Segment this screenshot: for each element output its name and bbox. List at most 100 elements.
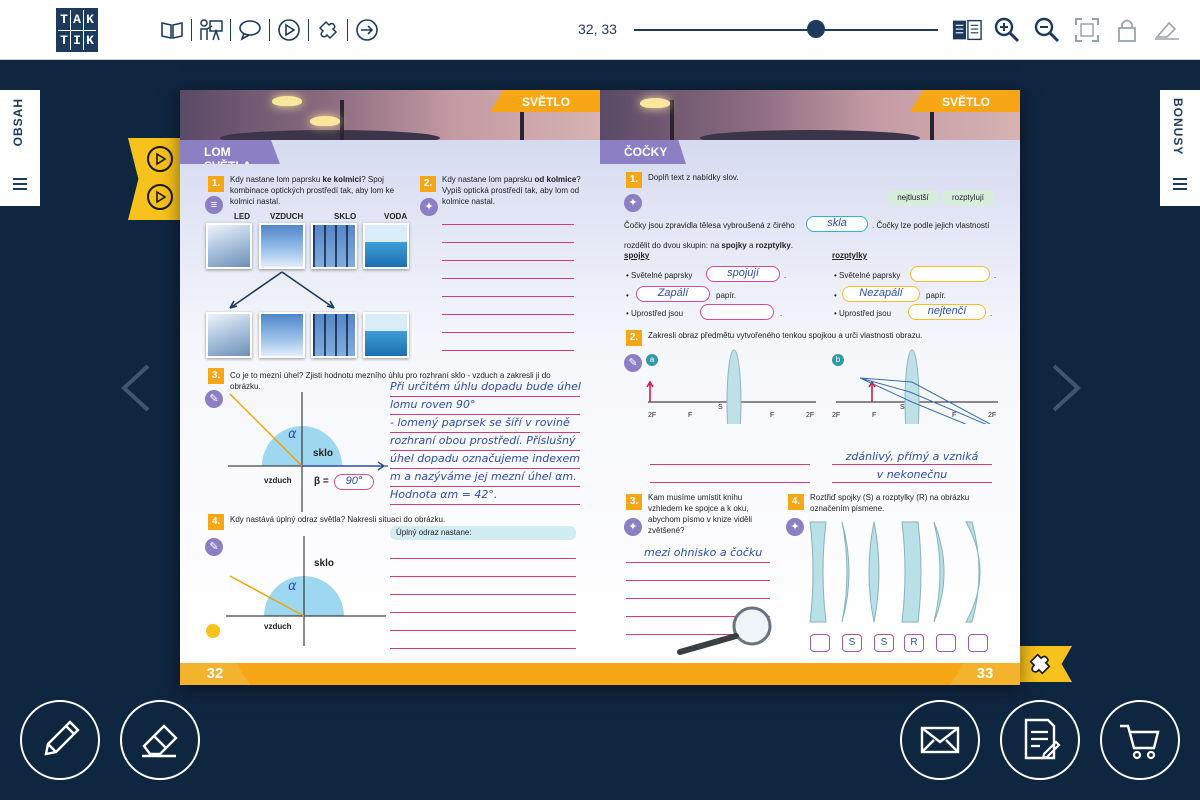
diagram-label: vzduch: [264, 476, 292, 485]
bonus-tab[interactable]: BONUSY: [1160, 90, 1200, 206]
puzzle-icon[interactable]: [314, 16, 342, 44]
page-32: SVĚTLO LOM SVĚTLA 1. Kdy nastane lom pap…: [180, 90, 600, 685]
water-photo[interactable]: [363, 223, 409, 269]
fill-text: Čočky jsou zpravidla tělesa vybroušená z…: [624, 221, 795, 230]
question-text: Roztřiď spojky (S) a rozptylky (R) na ob…: [810, 493, 970, 513]
zoom-out-icon[interactable]: [1032, 14, 1062, 46]
word-chip[interactable]: nejtlustší: [888, 190, 938, 206]
question-number: 1.: [626, 172, 642, 188]
top-toolbar: T A K T I K 32, 33: [0, 0, 1200, 60]
pencil-button[interactable]: [20, 700, 100, 780]
ice-photo[interactable]: [206, 223, 252, 269]
page-number: 32: [180, 663, 250, 685]
subject-label: SVĚTLO: [910, 90, 1020, 112]
glass-photo[interactable]: [311, 223, 357, 269]
presentation-icon[interactable]: [197, 16, 225, 44]
zoom-in-icon[interactable]: [992, 14, 1022, 46]
logo-letter: K: [84, 10, 96, 30]
fill-text: . Čočky lze podle jejich vlastností: [872, 221, 990, 230]
beta-answer[interactable]: 90°: [334, 474, 374, 490]
toolbar-divider: [308, 19, 309, 41]
eraser-button[interactable]: [120, 700, 200, 780]
next-page-button[interactable]: [1048, 362, 1084, 414]
question-text: Kdy nastane lom paprsku ke kolmici? Spoj…: [230, 175, 395, 206]
air-photo[interactable]: [259, 223, 305, 269]
lens-answer[interactable]: R: [904, 634, 924, 652]
rozptylky-title: rozptylky: [832, 251, 868, 260]
clear-icon[interactable]: [1152, 14, 1182, 46]
answer-field[interactable]: Zapálí: [636, 286, 710, 302]
lens-answer[interactable]: S: [842, 634, 862, 652]
question-text: Doplň text z nabídky slov.: [648, 173, 739, 182]
play-video-button[interactable]: [147, 184, 173, 210]
play-icon[interactable]: [275, 16, 303, 44]
lightbulb-icon: ✦: [624, 518, 642, 536]
notes-button[interactable]: [1000, 700, 1080, 780]
answer-field[interactable]: spojují: [706, 266, 780, 282]
logo-letter: I: [71, 30, 83, 50]
lightbulb-icon: ✦: [624, 194, 642, 212]
answer-field[interactable]: [910, 266, 990, 282]
spojky-title: spojky: [624, 251, 650, 260]
puzzle-icon: [1029, 653, 1051, 675]
axis-label: S: [718, 404, 723, 411]
answer-skla[interactable]: skla: [806, 216, 868, 232]
glass-photo[interactable]: [311, 312, 357, 358]
logo-letter: T: [58, 30, 70, 50]
lens-answer[interactable]: [810, 634, 830, 652]
puzzle-ribbon[interactable]: [1020, 646, 1072, 682]
question-number: 2.: [420, 176, 436, 192]
page-slider[interactable]: [634, 29, 938, 31]
previous-page-button[interactable]: [118, 362, 154, 414]
row-text: .: [994, 271, 997, 280]
axis-label: F: [770, 412, 775, 419]
question-number: 3.: [208, 368, 224, 384]
play-audio-button[interactable]: [147, 146, 173, 172]
comment-icon[interactable]: [236, 16, 264, 44]
axis-label: S: [900, 404, 905, 411]
axis-label: 2F: [648, 412, 657, 419]
answer-q3: mezi ohnisko a čočku: [644, 546, 763, 559]
taktik-logo[interactable]: T A K T I K: [56, 8, 98, 52]
answer-field[interactable]: Nezapálí: [842, 286, 920, 302]
row-text: • Uprostřed jsou: [834, 309, 892, 318]
toolbar-divider: [230, 19, 231, 41]
ice-photo[interactable]: [206, 312, 252, 358]
lens-answer[interactable]: [968, 634, 988, 652]
pencil-icon: [44, 720, 80, 756]
lock-icon[interactable]: [1112, 14, 1142, 46]
lightbulb-icon: ✦: [786, 518, 804, 536]
lens-shapes: [809, 521, 981, 623]
media-label: LED: [234, 212, 250, 221]
logo-letter: K: [84, 30, 96, 50]
cart-button[interactable]: [1100, 700, 1180, 780]
question-number: 1.: [208, 176, 224, 192]
magnifier-icon: [677, 606, 772, 655]
axis-label: 2F: [832, 412, 841, 419]
chevron-left-icon: [121, 364, 150, 412]
water-photo[interactable]: [363, 312, 409, 358]
page-footer: 32: [180, 663, 600, 685]
axis-label: 2F: [988, 412, 997, 419]
word-chip[interactable]: rozptylují: [942, 190, 994, 206]
mail-button[interactable]: [900, 700, 980, 780]
answer-b: zdánlivý, přímý a vzniká v nekonečnu: [845, 450, 979, 481]
answer-field[interactable]: [700, 304, 774, 320]
lens-answer[interactable]: [936, 634, 956, 652]
book-icon[interactable]: [158, 16, 186, 44]
page-slider-knob[interactable]: [807, 20, 826, 38]
page-footer: 33: [600, 663, 1020, 685]
air-photo[interactable]: [259, 312, 305, 358]
contents-tab[interactable]: OBSAH: [0, 90, 40, 206]
question-text: Kdy nastane lom paprsku od kolmice? Vypi…: [442, 175, 581, 206]
exit-icon[interactable]: [353, 16, 381, 44]
refraction-diagram: [228, 392, 388, 512]
row-text: • Světelné paprsky: [626, 271, 693, 280]
lens-answer[interactable]: S: [874, 634, 894, 652]
dot-marker: [206, 624, 220, 638]
fullscreen-icon[interactable]: [1072, 14, 1102, 46]
answer-field[interactable]: nejtenčí: [908, 304, 986, 320]
question-number: 4.: [788, 494, 804, 510]
view-tools: [952, 14, 1182, 46]
double-page-icon[interactable]: [952, 14, 982, 46]
